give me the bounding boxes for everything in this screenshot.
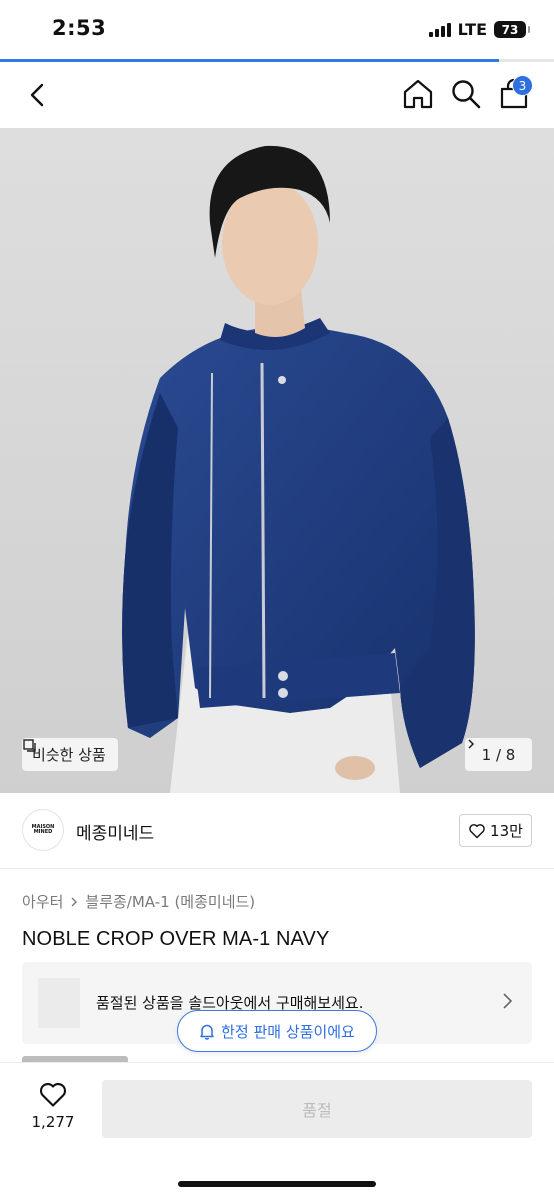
heart-icon — [469, 823, 485, 838]
limited-sale-notice: 한정 판매 상품이에요 — [177, 1010, 377, 1052]
product-image-gallery[interactable]: 비슷한 상품 1 / 8 — [0, 128, 554, 793]
breadcrumb-subcategory[interactable]: 블루종/MA-1 (메종미네드) — [85, 891, 255, 912]
top-nav: 3 — [0, 62, 554, 128]
wish-button[interactable]: 1,277 — [22, 1081, 84, 1141]
soldout-thumbnail — [38, 978, 80, 1028]
image-page-indicator[interactable]: 1 / 8 — [465, 738, 532, 771]
breadcrumb: 아우터 블루종/MA-1 (메종미네드) — [22, 891, 255, 912]
home-indicator — [178, 1181, 376, 1187]
chevron-right-icon — [503, 993, 513, 1009]
home-icon[interactable] — [400, 76, 436, 112]
brand-logo[interactable]: MAISON MINED — [22, 809, 64, 851]
brand-name[interactable]: 메종미네드 — [76, 819, 154, 844]
brand-like-button[interactable]: 13만 — [459, 814, 532, 847]
copy-icon — [23, 739, 36, 752]
buy-button-disabled[interactable]: 품절 — [102, 1080, 532, 1138]
limited-sale-text: 한정 판매 상품이에요 — [221, 1022, 355, 1041]
brand-logo-text: MAISON MINED — [31, 824, 55, 835]
wish-count: 1,277 — [31, 1113, 75, 1131]
status-bar: 2:53 LTE 73 — [0, 0, 554, 60]
status-indicators: LTE 73 — [428, 20, 530, 39]
brand-row[interactable]: MAISON MINED 메종미네드 13만 — [0, 793, 554, 869]
bottom-action-bar: 1,277 품절 — [0, 1062, 554, 1200]
status-time: 2:53 — [52, 16, 107, 40]
chevron-right-icon — [71, 897, 78, 906]
signal-icon — [428, 22, 451, 37]
breadcrumb-category[interactable]: 아우터 — [22, 891, 63, 912]
chevron-left-icon[interactable] — [22, 78, 56, 112]
product-title: NOBLE CROP OVER MA-1 NAVY — [22, 928, 330, 950]
search-icon[interactable] — [448, 76, 484, 112]
heart-icon — [40, 1083, 66, 1107]
similar-products-button[interactable]: 비슷한 상품 — [22, 738, 118, 771]
brand-like-count: 13만 — [490, 822, 523, 840]
chevron-right-icon — [468, 739, 475, 749]
product-photo — [0, 128, 554, 793]
bell-icon — [200, 1024, 214, 1040]
battery-icon: 73 — [494, 21, 530, 38]
cart-count-badge[interactable]: 3 — [512, 75, 533, 96]
page-indicator-text: 1 / 8 — [481, 745, 516, 764]
network-type: LTE — [457, 20, 487, 39]
similar-products-label: 비슷한 상품 — [32, 746, 106, 764]
battery-level: 73 — [501, 22, 519, 37]
